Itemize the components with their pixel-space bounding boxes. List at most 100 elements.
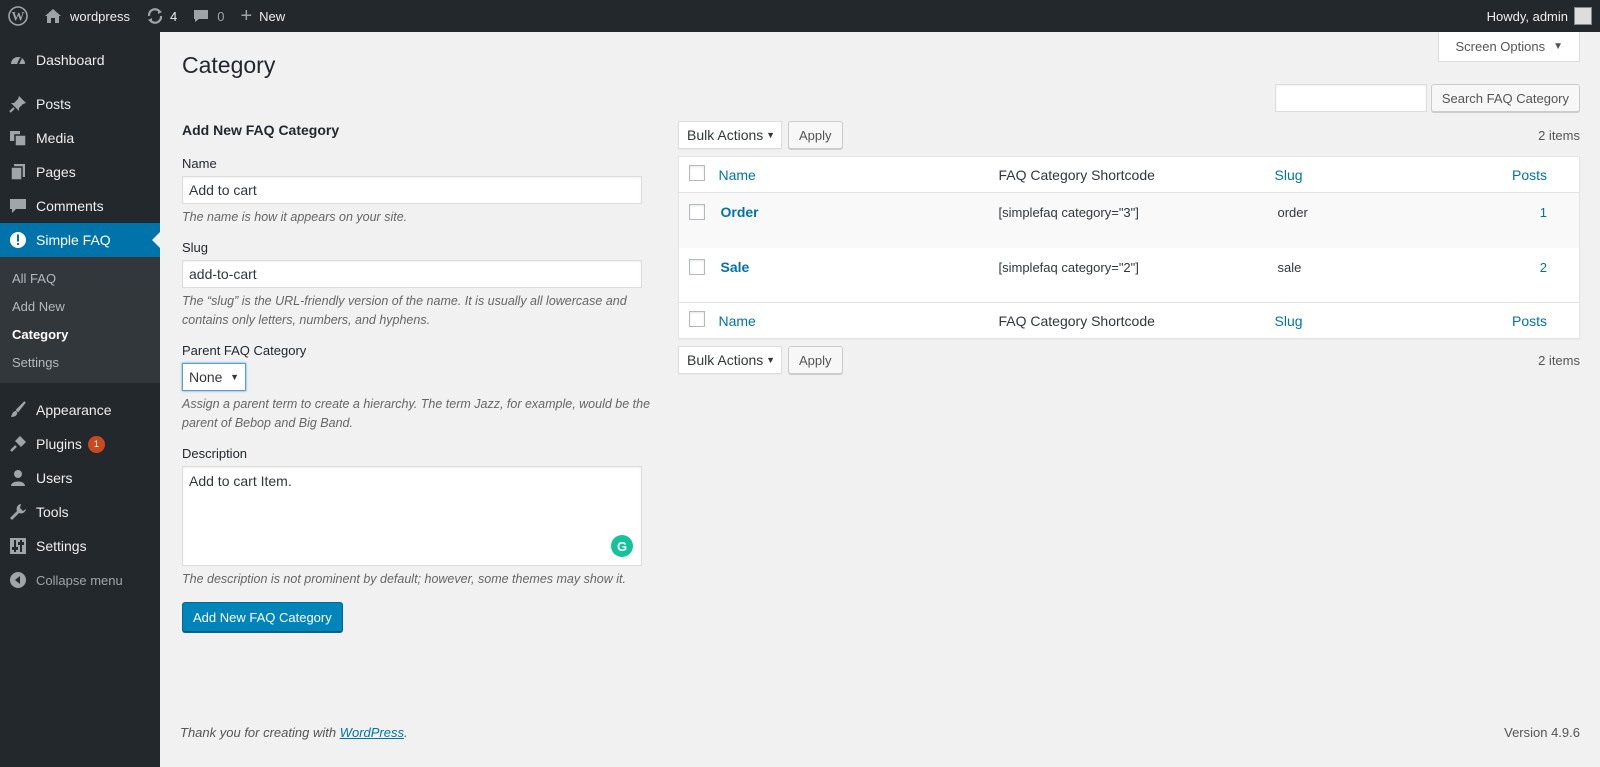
apply-button-bottom[interactable]: Apply: [788, 346, 843, 374]
home-icon: [44, 8, 62, 24]
bulk-actions-select-bottom[interactable]: Bulk Actions ▼: [678, 346, 782, 374]
items-count-top: 2 items: [1538, 127, 1580, 143]
svg-text:W: W: [12, 9, 25, 24]
wrench-icon: [8, 502, 28, 522]
pin-icon: [8, 94, 28, 114]
submenu-item-category[interactable]: Category: [0, 320, 160, 348]
column-slug-sort-bottom[interactable]: Slug: [1275, 313, 1303, 329]
comments-link[interactable]: 0: [185, 0, 232, 32]
sidebar-item-users[interactable]: Users: [0, 461, 160, 495]
submenu-item-all-faq[interactable]: All FAQ: [0, 264, 160, 292]
table-row: Order [simplefaq category="3"] order 1: [678, 192, 1580, 248]
account-menu[interactable]: Howdy, admin: [1479, 0, 1600, 32]
new-content-link[interactable]: + New: [232, 0, 293, 32]
exclamation-icon: [8, 230, 28, 250]
table-header-row: Name FAQ Category Shortcode Slug Posts: [678, 157, 1580, 193]
sidebar-item-dashboard[interactable]: Dashboard: [0, 43, 160, 77]
sidebar-item-plugins[interactable]: Plugins 1: [0, 427, 160, 461]
sliders-icon: [8, 536, 28, 556]
slug-label: Slug: [182, 240, 209, 255]
column-slug-sort[interactable]: Slug: [1275, 167, 1303, 183]
sidebar-item-posts[interactable]: Posts: [0, 87, 160, 121]
column-posts-sort-bottom[interactable]: Posts: [1512, 313, 1547, 329]
select-all-checkbox[interactable]: [689, 165, 705, 181]
sidebar-item-comments[interactable]: Comments: [0, 189, 160, 223]
name-description: The name is how it appears on your site.: [182, 210, 408, 224]
caret-down-icon: ▼: [1553, 41, 1563, 52]
avatar: [1574, 7, 1592, 25]
add-category-form: Add New FAQ Category Name The name is ho…: [182, 122, 652, 632]
sidebar-item-simple-faq[interactable]: Simple FAQ: [0, 223, 160, 257]
admin-sidebar: Dashboard Posts Media Pages Comments Sim…: [0, 32, 160, 767]
search-input[interactable]: [1274, 84, 1427, 112]
dashboard-icon: [8, 50, 28, 70]
caret-down-icon: ▼: [766, 355, 775, 365]
refresh-icon: [146, 7, 164, 25]
row-slug: sale: [1277, 259, 1302, 275]
sidebar-item-tools[interactable]: Tools: [0, 495, 160, 529]
row-title-link[interactable]: Sale: [719, 259, 750, 275]
collapse-menu-button[interactable]: Collapse menu: [0, 563, 160, 597]
caret-down-icon: ▼: [766, 130, 775, 140]
add-new-faq-category-button[interactable]: Add New FAQ Category: [182, 602, 343, 632]
column-name-sort-bottom[interactable]: Name: [719, 313, 756, 329]
site-name-link[interactable]: wordpress: [36, 0, 138, 32]
admin-bar: W wordpress 4 0 + New Howdy, admin: [0, 0, 1600, 32]
plus-icon: +: [240, 5, 253, 27]
row-shortcode: [simplefaq category="2"]: [998, 259, 1139, 275]
footer-version: Version 4.9.6: [1504, 725, 1580, 740]
slug-description: The “slug” is the URL-friendly version o…: [182, 294, 627, 327]
description-help: The description is not prominent by defa…: [182, 572, 626, 586]
row-posts-count-link[interactable]: 1: [1540, 205, 1547, 220]
tablenav-top: Bulk Actions ▼ Apply 2 items: [678, 120, 1580, 150]
categories-table: Name FAQ Category Shortcode Slug Posts O…: [678, 156, 1580, 339]
name-label: Name: [182, 156, 217, 171]
grammarly-icon[interactable]: G: [611, 535, 633, 557]
column-name-sort[interactable]: Name: [719, 167, 756, 183]
caret-down-icon: ▼: [230, 372, 239, 382]
column-posts-sort[interactable]: Posts: [1512, 167, 1547, 183]
sidebar-item-settings[interactable]: Settings: [0, 529, 160, 563]
comments-icon: [8, 196, 28, 216]
column-shortcode: FAQ Category Shortcode: [998, 166, 1155, 183]
user-icon: [8, 468, 28, 488]
row-checkbox[interactable]: [689, 204, 705, 220]
parent-label: Parent FAQ Category: [182, 343, 307, 358]
footer-thanks: Thank you for creating with WordPress.: [180, 725, 408, 740]
pages-icon: [8, 162, 28, 182]
description-textarea[interactable]: Add to cart Item. G: [182, 466, 642, 566]
row-posts-count-link[interactable]: 2: [1540, 260, 1547, 275]
media-icon: [8, 128, 28, 148]
row-checkbox[interactable]: [689, 258, 705, 275]
slug-input[interactable]: [182, 260, 642, 288]
sidebar-item-pages[interactable]: Pages: [0, 155, 160, 189]
wordpress-link[interactable]: WordPress: [340, 725, 404, 740]
main-content: Screen Options ▼ Category Search FAQ Cat…: [160, 32, 1600, 767]
parent-description: Assign a parent term to create a hierarc…: [182, 397, 651, 430]
bulk-actions-select-top[interactable]: Bulk Actions ▼: [678, 121, 782, 149]
row-shortcode: [simplefaq category="3"]: [998, 205, 1139, 220]
updates-link[interactable]: 4: [138, 0, 185, 32]
row-title-link[interactable]: Order: [719, 204, 759, 220]
apply-button-top[interactable]: Apply: [788, 121, 843, 149]
submenu-item-settings[interactable]: Settings: [0, 348, 160, 376]
sidebar-item-appearance[interactable]: Appearance: [0, 393, 160, 427]
search-faq-category-button[interactable]: Search FAQ Category: [1430, 84, 1580, 112]
sidebar-item-media[interactable]: Media: [0, 121, 160, 155]
simple-faq-submenu: All FAQ Add New Category Settings: [0, 257, 160, 383]
collapse-arrow-icon: [8, 570, 28, 590]
row-slug: order: [1277, 205, 1308, 220]
category-list: Bulk Actions ▼ Apply 2 items Name FAQ Ca…: [678, 120, 1580, 375]
name-input[interactable]: [182, 176, 642, 204]
table-row: Sale [simplefaq category="2"] sale 2: [679, 248, 1580, 303]
wordpress-logo-icon[interactable]: W: [0, 0, 36, 32]
table-footer-row: Name FAQ Category Shortcode Slug Posts: [678, 302, 1580, 339]
form-heading: Add New FAQ Category: [182, 122, 340, 138]
parent-category-select[interactable]: None ▼: [182, 363, 246, 391]
plugins-update-badge: 1: [87, 435, 105, 453]
select-all-checkbox-bottom[interactable]: [689, 311, 705, 327]
column-shortcode-bottom: FAQ Category Shortcode: [998, 312, 1155, 329]
submenu-item-add-new[interactable]: Add New: [0, 292, 160, 320]
description-label: Description: [182, 446, 248, 461]
screen-options-button[interactable]: Screen Options ▼: [1438, 32, 1580, 62]
